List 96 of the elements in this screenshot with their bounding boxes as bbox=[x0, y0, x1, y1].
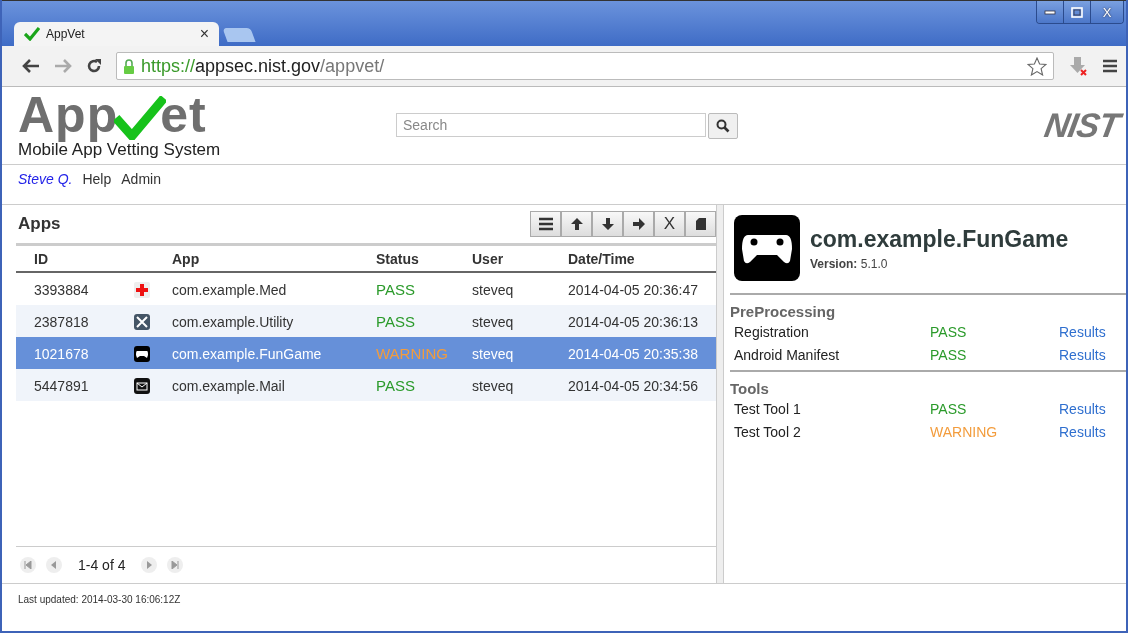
right-button[interactable] bbox=[623, 211, 654, 237]
list-icon bbox=[537, 217, 554, 231]
search-button[interactable] bbox=[708, 112, 738, 139]
table-cell: com.example.FunGame bbox=[172, 337, 376, 369]
reload-icon[interactable] bbox=[86, 58, 102, 74]
results-link[interactable]: Results bbox=[1059, 323, 1106, 340]
check-status: WARNING bbox=[930, 423, 999, 440]
previous-page-icon bbox=[50, 561, 58, 569]
results-link[interactable]: Results bbox=[1059, 400, 1106, 417]
table-cell: 1021678 bbox=[16, 337, 134, 369]
page-range: 1-4 of 4 bbox=[78, 557, 126, 573]
gamepad-icon bbox=[134, 345, 150, 362]
table-cell: 2014-04-05 20:36:47 bbox=[568, 272, 716, 305]
table-cell: com.example.Med bbox=[172, 272, 376, 305]
tab-title: AppVet bbox=[46, 27, 86, 41]
search-icon bbox=[716, 118, 730, 133]
previous-page-button[interactable] bbox=[46, 557, 62, 573]
table-cell: steveq bbox=[472, 337, 568, 369]
results-link[interactable]: Results bbox=[1059, 346, 1106, 363]
right-arrow-icon bbox=[631, 217, 646, 231]
check-status: PASS bbox=[930, 323, 968, 340]
app-name: com.example.FunGame bbox=[810, 225, 1069, 253]
table-cell: 2014-04-05 20:36:13 bbox=[568, 305, 716, 337]
minimize-icon bbox=[1044, 9, 1056, 15]
table-cell: 2014-04-05 20:34:56 bbox=[568, 369, 716, 401]
lock-icon bbox=[123, 58, 135, 74]
version-label: Version: bbox=[810, 256, 858, 271]
status-text: WARNING bbox=[376, 345, 448, 362]
next-page-icon bbox=[145, 561, 154, 569]
table-cell: com.example.Utility bbox=[172, 305, 376, 337]
nav-link[interactable]: Admin bbox=[121, 171, 161, 198]
check-name: Test Tool 1 bbox=[734, 400, 802, 417]
address-bar[interactable]: https://appsec.nist.gov/appvet/ bbox=[116, 52, 1054, 80]
table-cell: com.example.Mail bbox=[172, 369, 376, 401]
last-updated-text: Last updated: 2014-03-30 16:06:12Z bbox=[18, 594, 181, 605]
check-name: Android Manifest bbox=[734, 346, 841, 363]
status-text: PASS bbox=[376, 377, 415, 394]
search-field[interactable]: Search bbox=[396, 112, 706, 137]
column-header[interactable]: Date/Time bbox=[568, 246, 716, 272]
table-cell: 3393884 bbox=[16, 272, 134, 305]
column-header[interactable]: User bbox=[472, 246, 568, 272]
first-page-button[interactable] bbox=[20, 557, 36, 573]
table-row[interactable]: 5447891 com.example.Mail PASS steveq 2014-04-05 20:34:56 bbox=[16, 369, 716, 401]
tools-icon bbox=[134, 313, 150, 330]
back-icon[interactable] bbox=[22, 59, 40, 73]
status-text: PASS bbox=[376, 281, 415, 298]
check-status: PASS bbox=[930, 400, 968, 417]
panel-title: Apps bbox=[17, 214, 61, 234]
maximize-icon bbox=[1071, 6, 1083, 18]
version-value: 5.1.0 bbox=[860, 256, 888, 271]
results-link[interactable]: Results bbox=[1059, 423, 1106, 440]
table-row[interactable]: 2387818 com.example.Utility PASS steveq 2014-04-05 20:36:13 bbox=[16, 305, 716, 337]
section-title: Tools bbox=[730, 380, 770, 397]
next-page-button[interactable] bbox=[141, 557, 158, 573]
table-cell: 2014-04-05 20:35:38 bbox=[568, 337, 716, 369]
medical-cross-icon bbox=[134, 281, 150, 298]
url-text: https://appsec.nist.gov/appvet/ bbox=[141, 55, 386, 77]
table-cell: steveq bbox=[472, 369, 568, 401]
download-icon[interactable] bbox=[1068, 56, 1088, 76]
document-icon bbox=[694, 217, 707, 231]
table-cell: 5447891 bbox=[16, 369, 134, 401]
minimize-button[interactable] bbox=[1037, 1, 1064, 23]
nav-link[interactable]: Help bbox=[82, 171, 112, 198]
section-title: PreProcessing bbox=[730, 303, 837, 320]
mail-icon bbox=[134, 377, 150, 394]
status-text: PASS bbox=[376, 313, 415, 330]
tab-close-button[interactable]: × bbox=[199, 25, 209, 43]
down-button[interactable] bbox=[592, 211, 623, 237]
up-arrow-icon bbox=[569, 217, 584, 231]
menu-icon[interactable] bbox=[1102, 59, 1118, 73]
check-name: Registration bbox=[734, 323, 810, 340]
nav-link[interactable]: Steve Q. bbox=[18, 171, 73, 198]
last-page-button[interactable] bbox=[167, 557, 184, 573]
star-icon[interactable] bbox=[1027, 56, 1047, 76]
table-cell: steveq bbox=[472, 272, 568, 305]
column-header[interactable]: Status bbox=[376, 246, 472, 272]
table-cell: 2387818 bbox=[16, 305, 134, 337]
delete-button[interactable]: X bbox=[654, 211, 685, 237]
up-button[interactable] bbox=[561, 211, 592, 237]
gamepad-icon bbox=[734, 215, 800, 281]
nist-logo: NIST bbox=[1041, 106, 1122, 145]
browser-tab[interactable]: AppVet × bbox=[14, 22, 219, 46]
maximize-button[interactable] bbox=[1064, 1, 1091, 23]
table-row[interactable]: 3393884 com.example.Med PASS steveq 2014-04-05 20:36:47 bbox=[16, 272, 716, 305]
new-tab-button[interactable] bbox=[222, 28, 256, 42]
column-header[interactable]: App bbox=[172, 246, 376, 272]
first-page-icon bbox=[24, 561, 32, 569]
down-arrow-icon bbox=[600, 217, 615, 231]
menu-button[interactable] bbox=[530, 211, 561, 237]
check-name: Test Tool 2 bbox=[734, 423, 802, 440]
column-header[interactable]: ID bbox=[16, 246, 134, 272]
check-icon bbox=[24, 27, 40, 41]
table-cell: steveq bbox=[472, 305, 568, 337]
doc-button[interactable] bbox=[685, 211, 716, 237]
last-page-icon bbox=[171, 561, 180, 569]
check-status: PASS bbox=[930, 346, 968, 363]
